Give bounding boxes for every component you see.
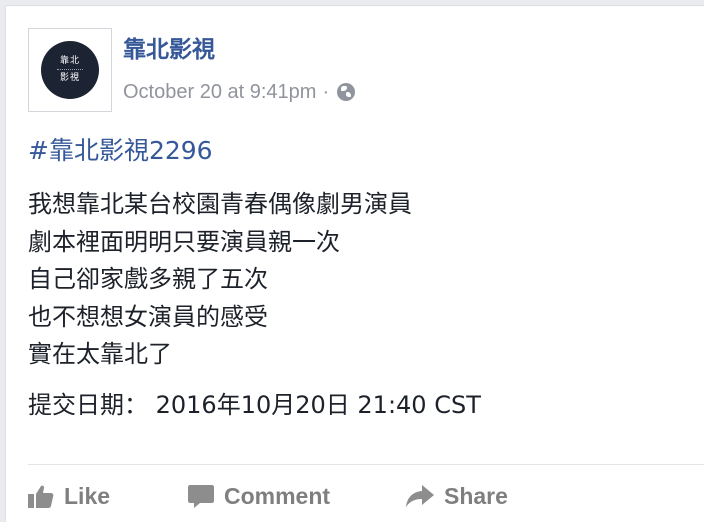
post-body-line: 也不想想女演員的感受 [28,302,268,331]
post-body-line: 劇本裡面明明只要演員親一次 [28,227,340,256]
hashtag-link[interactable]: #靠北影視2296 [28,136,213,166]
share-label: Share [444,482,508,509]
action-bar: Like Comment Share [28,476,546,516]
post-meta: October 20 at 9:41pm · [123,80,356,104]
avatar-logo-text-bottom: 影視 [59,73,80,83]
thumbs-up-icon [28,485,54,508]
like-button[interactable]: Like [28,483,188,510]
like-label: Like [64,482,111,509]
post-body-line: 自己卻家戲多親了五次 [28,265,268,293]
share-button[interactable]: Share [406,483,546,510]
submitted-date: 提交日期： 2016年10月20日 21:40 CST [28,391,481,419]
avatar-logo: 靠北 影視 [41,41,99,99]
meta-separator: · [322,81,330,103]
page-avatar[interactable]: 靠北 影視 [28,28,112,112]
page-name-link[interactable]: 靠北影視 [123,36,215,64]
globe-icon[interactable] [337,83,356,101]
share-arrow-icon [406,485,434,507]
post-card: 靠北 影視 靠北影視 October 20 at 9:41pm · #靠北影視2… [5,5,704,522]
post-body-line: 我想靠北某台校園青春偶像劇男演員 [28,190,412,218]
avatar-logo-text-top: 靠北 [59,56,80,66]
comment-button[interactable]: Comment [188,483,406,510]
action-divider [28,464,704,465]
avatar-logo-rule [57,69,83,71]
post-body: 我想靠北某台校園青春偶像劇男演員 劇本裡面明明只要演員親一次 自己卻家戲多親了五… [28,186,412,374]
post-body-line: 實在太靠北了 [28,340,172,368]
post-timestamp[interactable]: October 20 at 9:41pm [123,80,316,104]
comment-bubble-icon [188,485,214,508]
comment-label: Comment [224,482,331,509]
